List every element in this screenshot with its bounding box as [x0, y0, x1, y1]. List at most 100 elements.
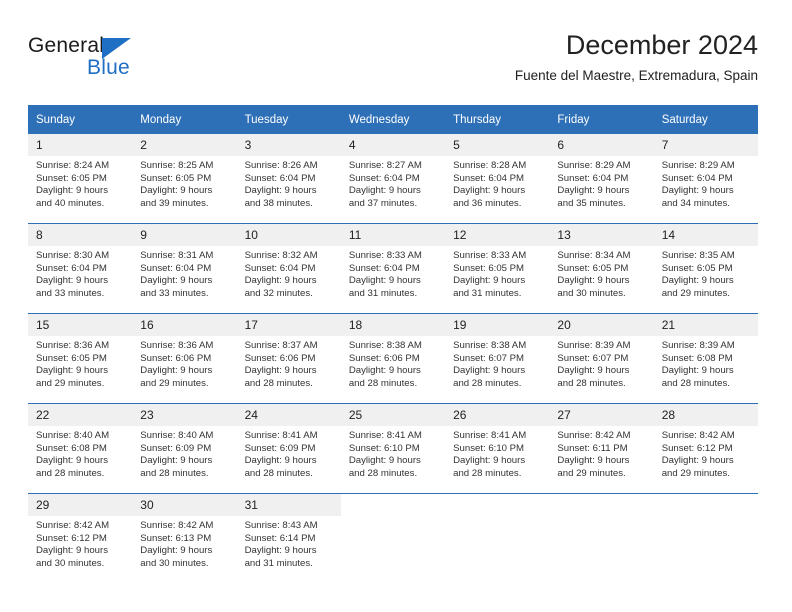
day-cell[interactable]: 23 Sunrise: 8:40 AM Sunset: 6:09 PM Dayl…	[132, 403, 237, 494]
sunset-text: Sunset: 6:10 PM	[348, 442, 420, 454]
calendar-week-row: 8 Sunrise: 8:30 AM Sunset: 6:04 PM Dayli…	[28, 223, 758, 314]
sunrise-text: Sunrise: 8:40 AM	[140, 430, 214, 441]
day-number: 24	[236, 404, 341, 426]
daylight-text-line2: and 33 minutes.	[36, 287, 105, 299]
daylight-text-line1: Daylight: 9 hours	[557, 455, 630, 467]
day-details: Sunrise: 8:37 AM Sunset: 6:06 PM Dayligh…	[237, 336, 341, 390]
day-cell[interactable]: 29 Sunrise: 8:42 AM Sunset: 6:12 PM Dayl…	[28, 493, 133, 583]
day-cell[interactable]: 31 Sunrise: 8:43 AM Sunset: 6:14 PM Dayl…	[236, 493, 341, 583]
day-cell[interactable]: 26 Sunrise: 8:41 AM Sunset: 6:10 PM Dayl…	[445, 403, 550, 494]
daylight-text-line1: Daylight: 9 hours	[36, 455, 108, 467]
sunrise-text: Sunrise: 8:43 AM	[244, 520, 318, 531]
daylight-text-line1: Daylight: 9 hours	[140, 455, 213, 467]
daylight-text-line2: and 30 minutes.	[36, 557, 105, 569]
day-cell[interactable]: 12 Sunrise: 8:33 AM Sunset: 6:05 PM Dayl…	[445, 223, 550, 314]
daylight-text-line1: Daylight: 9 hours	[348, 365, 421, 377]
day-cell[interactable]: 11 Sunrise: 8:33 AM Sunset: 6:04 PM Dayl…	[340, 223, 446, 314]
day-details: Sunrise: 8:42 AM Sunset: 6:12 PM Dayligh…	[654, 426, 758, 480]
daylight-text-line1: Daylight: 9 hours	[244, 545, 317, 557]
day-number: 18	[340, 314, 446, 336]
day-number: 25	[340, 404, 446, 426]
day-cell[interactable]: 28 Sunrise: 8:42 AM Sunset: 6:12 PM Dayl…	[653, 403, 758, 494]
day-cell[interactable]: 16 Sunrise: 8:36 AM Sunset: 6:06 PM Dayl…	[132, 313, 237, 404]
day-cell[interactable]: 1 Sunrise: 8:24 AM Sunset: 6:05 PM Dayli…	[28, 134, 133, 224]
daylight-text-line2: and 28 minutes.	[348, 377, 418, 389]
day-cell[interactable]: 24 Sunrise: 8:41 AM Sunset: 6:09 PM Dayl…	[236, 403, 341, 494]
sunset-text: Sunset: 6:07 PM	[557, 352, 629, 364]
day-number: 1	[28, 134, 133, 156]
day-cell[interactable]: 13 Sunrise: 8:34 AM Sunset: 6:05 PM Dayl…	[549, 223, 654, 314]
day-cell[interactable]: 15 Sunrise: 8:36 AM Sunset: 6:05 PM Dayl…	[28, 313, 133, 404]
day-cell[interactable]: 20 Sunrise: 8:39 AM Sunset: 6:07 PM Dayl…	[549, 313, 654, 404]
sunrise-text: Sunrise: 8:38 AM	[453, 340, 527, 351]
sunrise-text: Sunrise: 8:39 AM	[661, 340, 735, 351]
day-number: 17	[236, 314, 341, 336]
day-cell-empty	[340, 493, 446, 583]
day-cell[interactable]: 30 Sunrise: 8:42 AM Sunset: 6:13 PM Dayl…	[132, 493, 237, 583]
daylight-text-line2: and 28 minutes.	[348, 467, 418, 479]
daylight-text-line2: and 31 minutes.	[348, 287, 418, 299]
daylight-text-line1: Daylight: 9 hours	[244, 365, 317, 377]
day-cell[interactable]: 7 Sunrise: 8:29 AM Sunset: 6:04 PM Dayli…	[653, 134, 758, 224]
sunrise-text: Sunrise: 8:29 AM	[661, 160, 735, 171]
day-cell[interactable]: 6 Sunrise: 8:29 AM Sunset: 6:04 PM Dayli…	[549, 134, 654, 224]
day-cell[interactable]: 10 Sunrise: 8:32 AM Sunset: 6:04 PM Dayl…	[236, 223, 341, 314]
sunset-text: Sunset: 6:04 PM	[36, 262, 107, 274]
day-cell[interactable]: 4 Sunrise: 8:27 AM Sunset: 6:04 PM Dayli…	[340, 134, 446, 224]
day-cell[interactable]: 5 Sunrise: 8:28 AM Sunset: 6:04 PM Dayli…	[445, 134, 550, 224]
day-cell[interactable]: 14 Sunrise: 8:35 AM Sunset: 6:05 PM Dayl…	[653, 223, 758, 314]
sunset-text: Sunset: 6:05 PM	[36, 172, 107, 184]
sunset-text: Sunset: 6:05 PM	[36, 352, 107, 364]
daylight-text-line2: and 29 minutes.	[661, 287, 730, 299]
day-details: Sunrise: 8:29 AM Sunset: 6:04 PM Dayligh…	[549, 156, 653, 210]
sunrise-text: Sunrise: 8:25 AM	[140, 160, 214, 171]
day-number: 14	[653, 224, 758, 246]
daylight-text-line2: and 28 minutes.	[140, 467, 209, 479]
day-cell[interactable]: 3 Sunrise: 8:26 AM Sunset: 6:04 PM Dayli…	[236, 134, 341, 224]
sunrise-text: Sunrise: 8:41 AM	[453, 430, 527, 441]
daylight-text-line1: Daylight: 9 hours	[36, 185, 108, 197]
day-details: Sunrise: 8:41 AM Sunset: 6:09 PM Dayligh…	[237, 426, 341, 480]
day-details: Sunrise: 8:31 AM Sunset: 6:04 PM Dayligh…	[132, 246, 236, 300]
day-cell[interactable]: 17 Sunrise: 8:37 AM Sunset: 6:06 PM Dayl…	[236, 313, 341, 404]
day-details: Sunrise: 8:28 AM Sunset: 6:04 PM Dayligh…	[445, 156, 549, 210]
day-cell[interactable]: 22 Sunrise: 8:40 AM Sunset: 6:08 PM Dayl…	[28, 403, 133, 494]
sunrise-text: Sunrise: 8:42 AM	[661, 430, 735, 441]
sunset-text: Sunset: 6:11 PM	[557, 442, 628, 454]
day-cell[interactable]: 27 Sunrise: 8:42 AM Sunset: 6:11 PM Dayl…	[549, 403, 654, 494]
masthead: General Blue December 2024 Fuente del Ma…	[28, 28, 758, 98]
daylight-text-line2: and 34 minutes.	[661, 197, 730, 209]
day-cell[interactable]: 21 Sunrise: 8:39 AM Sunset: 6:08 PM Dayl…	[653, 313, 758, 404]
daylight-text-line2: and 38 minutes.	[244, 197, 313, 209]
day-cell[interactable]: 9 Sunrise: 8:31 AM Sunset: 6:04 PM Dayli…	[132, 223, 237, 314]
day-cell[interactable]: 19 Sunrise: 8:38 AM Sunset: 6:07 PM Dayl…	[445, 313, 550, 404]
sunset-text: Sunset: 6:04 PM	[453, 172, 525, 184]
daylight-text-line1: Daylight: 9 hours	[244, 185, 317, 197]
day-details: Sunrise: 8:25 AM Sunset: 6:05 PM Dayligh…	[132, 156, 236, 210]
daylight-text-line2: and 28 minutes.	[453, 377, 522, 389]
daylight-text-line1: Daylight: 9 hours	[140, 365, 213, 377]
day-cell[interactable]: 25 Sunrise: 8:41 AM Sunset: 6:10 PM Dayl…	[340, 403, 446, 494]
brand-logo[interactable]: General Blue	[28, 34, 248, 92]
sunset-text: Sunset: 6:10 PM	[453, 442, 525, 454]
daylight-text-line2: and 40 minutes.	[36, 197, 105, 209]
day-number: 7	[653, 134, 758, 156]
day-cell[interactable]: 18 Sunrise: 8:38 AM Sunset: 6:06 PM Dayl…	[340, 313, 446, 404]
daylight-text-line1: Daylight: 9 hours	[453, 455, 526, 467]
day-details: Sunrise: 8:39 AM Sunset: 6:08 PM Dayligh…	[654, 336, 758, 390]
sunset-text: Sunset: 6:04 PM	[557, 172, 629, 184]
daylight-text-line2: and 28 minutes.	[244, 377, 313, 389]
day-details: Sunrise: 8:43 AM Sunset: 6:14 PM Dayligh…	[237, 516, 341, 570]
daylight-text-line2: and 29 minutes.	[557, 467, 626, 479]
day-cell[interactable]: 2 Sunrise: 8:25 AM Sunset: 6:05 PM Dayli…	[132, 134, 237, 224]
day-number: 9	[132, 224, 237, 246]
daylight-text-line2: and 28 minutes.	[453, 467, 522, 479]
page-title: December 2024	[565, 30, 758, 60]
sunset-text: Sunset: 6:04 PM	[244, 172, 316, 184]
daylight-text-line1: Daylight: 9 hours	[140, 275, 213, 287]
title-block: December 2024 Fuente del Maestre, Extrem…	[515, 28, 758, 87]
sunset-text: Sunset: 6:05 PM	[661, 262, 733, 274]
sunset-text: Sunset: 6:12 PM	[661, 442, 733, 454]
day-cell[interactable]: 8 Sunrise: 8:30 AM Sunset: 6:04 PM Dayli…	[28, 223, 133, 314]
sunset-text: Sunset: 6:06 PM	[348, 352, 420, 364]
